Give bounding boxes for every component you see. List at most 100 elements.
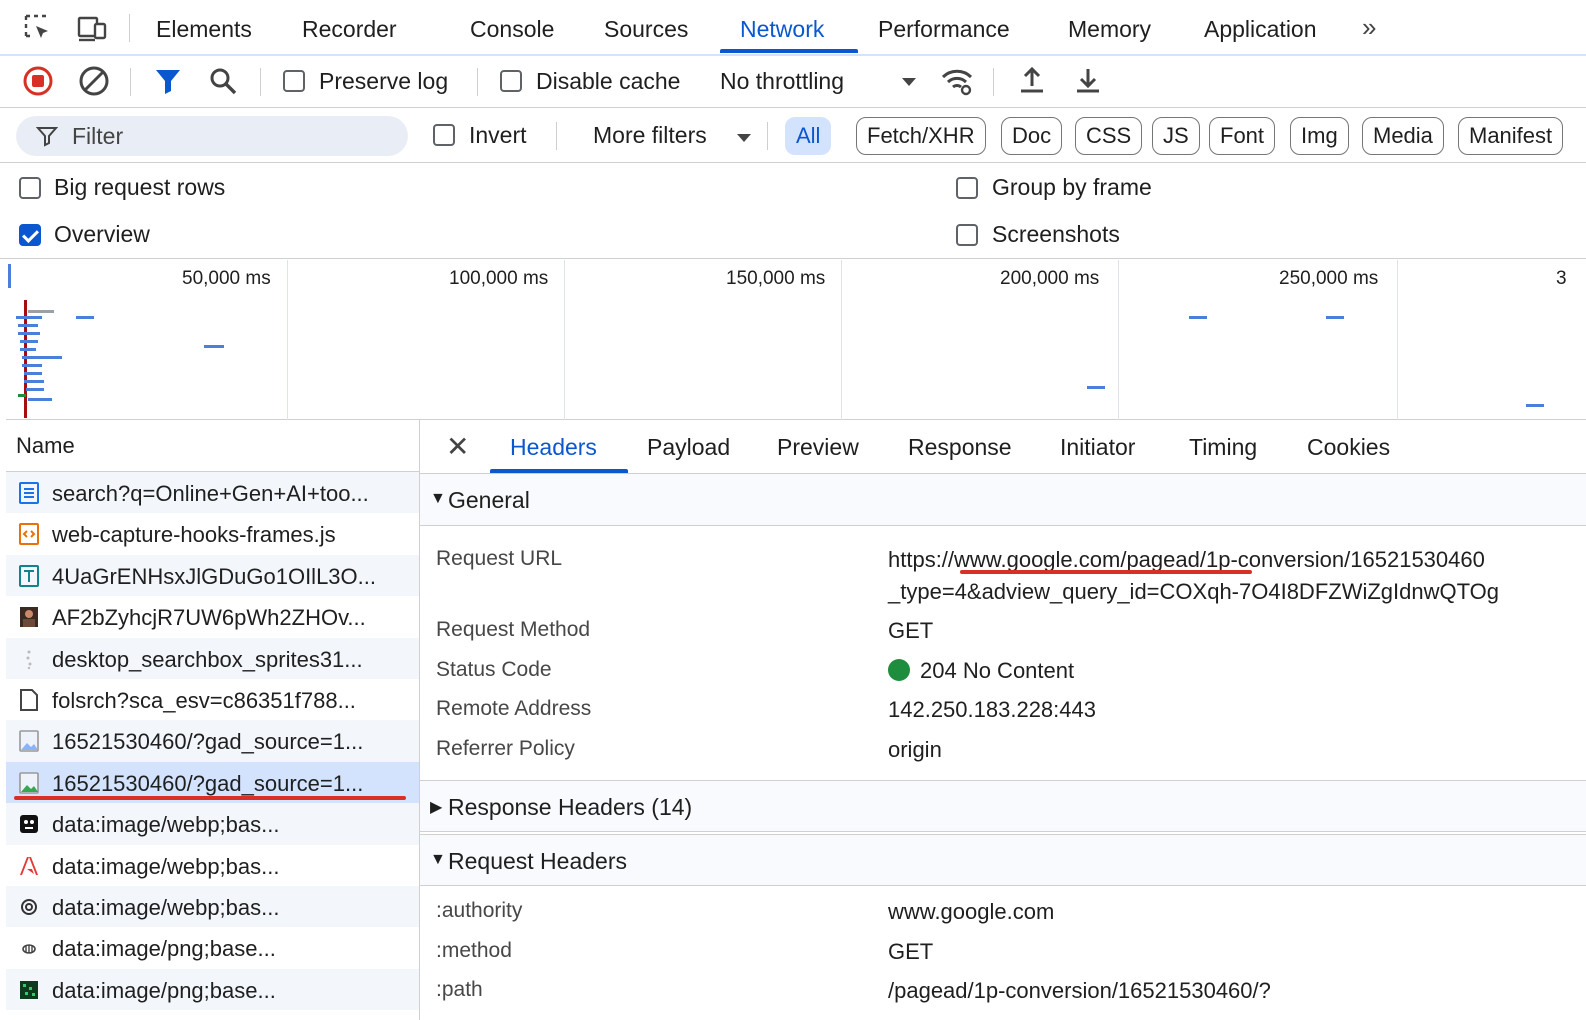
invert-checkbox[interactable] — [433, 124, 455, 146]
waterfall-bar — [28, 398, 52, 401]
group-by-frame-checkbox[interactable] — [956, 177, 978, 199]
tab-console[interactable]: Console — [470, 16, 554, 43]
tab-network[interactable]: Network — [740, 16, 824, 43]
header-value[interactable]: GET — [888, 939, 933, 965]
import-har-icon[interactable] — [1015, 64, 1049, 98]
waterfall-bar — [76, 316, 94, 319]
tab-headers[interactable]: Headers — [510, 434, 597, 461]
grid-line — [287, 260, 288, 420]
script-icon — [19, 523, 39, 546]
request-name: data:image/png;base... — [52, 936, 276, 962]
request-row[interactable]: data:image/png;base... — [6, 968, 419, 1011]
throttling-select[interactable]: No throttling — [720, 68, 844, 95]
overview-window-handle[interactable] — [8, 264, 11, 288]
waterfall-bar — [18, 324, 38, 327]
request-name: data:image/webp;bas... — [52, 853, 280, 879]
tab-payload[interactable]: Payload — [647, 434, 730, 461]
response-headers-section-header[interactable]: ▶ Response Headers (14) — [420, 780, 1586, 832]
name-column-header[interactable]: Name — [6, 420, 419, 472]
more-filters-dropdown[interactable]: More filters — [593, 122, 707, 149]
request-row[interactable]: data:image/webp;bas... — [6, 803, 419, 845]
request-row-selected[interactable]: 16521530460/?gad_source=1... — [6, 761, 419, 804]
request-row[interactable]: data:image/webp;bas... — [6, 845, 419, 886]
search-icon[interactable] — [206, 64, 240, 98]
chip-font[interactable]: Font — [1209, 117, 1276, 155]
request-row[interactable]: data:image/webp;bas... — [6, 885, 419, 928]
request-method-value[interactable]: GET — [888, 618, 933, 644]
request-row[interactable]: 16521530460/?gad_source=1... — [6, 720, 419, 762]
remote-address-value[interactable]: 142.250.183.228:443 — [888, 697, 1096, 723]
request-row[interactable]: 4UaGrENHsxJlGDuGo1OIlL3O... — [6, 554, 419, 597]
network-conditions-icon[interactable] — [940, 64, 974, 98]
clear-icon[interactable] — [77, 64, 111, 98]
name-column-title: Name — [16, 433, 75, 458]
overview-checkbox[interactable] — [19, 224, 41, 246]
filter-input[interactable]: Filter — [16, 116, 408, 156]
tab-response[interactable]: Response — [908, 434, 1012, 461]
chip-doc[interactable]: Doc — [1001, 117, 1063, 155]
header-key: :authority — [436, 899, 523, 922]
tab-sources[interactable]: Sources — [604, 16, 688, 43]
inspect-element-icon[interactable] — [22, 12, 54, 44]
request-row[interactable]: AF2bZyhcjR7UW6pWh2ZHOv... — [6, 596, 419, 637]
tab-initiator[interactable]: Initiator — [1060, 434, 1135, 461]
tab-cookies[interactable]: Cookies — [1307, 434, 1390, 461]
request-row[interactable]: desktop_searchbox_sprites31... — [6, 637, 419, 679]
general-section-header[interactable]: ▼ General — [420, 474, 1586, 526]
screenshots-checkbox[interactable] — [956, 224, 978, 246]
grid-line — [1397, 260, 1398, 420]
request-url-value-cont[interactable]: _type=4&adview_query_id=COXqh-7O4I8DFZWi… — [888, 579, 1499, 605]
chevron-down-icon — [902, 78, 916, 86]
screenshots-label: Screenshots — [992, 221, 1120, 247]
chip-fetch-xhr[interactable]: Fetch/XHR — [856, 117, 986, 155]
status-code-value[interactable]: 204 No Content — [888, 658, 1074, 684]
request-name: search?q=Online+Gen+AI+too... — [52, 481, 369, 506]
request-name: web-capture-hooks-frames.js — [52, 522, 336, 548]
request-row[interactable]: folsrch?sca_esv=c86351f788... — [6, 679, 419, 720]
chip-manifest[interactable]: Manifest — [1458, 117, 1564, 155]
referrer-policy-value[interactable]: origin — [888, 737, 942, 763]
close-icon[interactable]: ✕ — [446, 430, 469, 463]
collapse-triangle-icon: ▼ — [430, 851, 446, 868]
request-row[interactable]: search?q=Online+Gen+AI+too... — [6, 472, 419, 514]
tab-elements[interactable]: Elements — [156, 16, 252, 43]
request-headers-section-header[interactable]: ▼ Request Headers — [420, 834, 1586, 886]
tab-application[interactable]: Application — [1204, 16, 1317, 43]
disable-cache-checkbox[interactable] — [500, 70, 522, 92]
annotation-underline — [960, 570, 1252, 574]
chip-css[interactable]: CSS — [1075, 117, 1143, 155]
header-value[interactable]: www.google.com — [888, 899, 1054, 925]
filter-funnel-icon[interactable] — [151, 64, 185, 98]
preserve-log-checkbox[interactable] — [283, 70, 305, 92]
chip-media[interactable]: Media — [1362, 117, 1444, 155]
toolbar-separator — [993, 68, 994, 96]
tab-memory[interactable]: Memory — [1068, 16, 1151, 43]
request-row[interactable]: data:image/png;base... — [6, 927, 419, 968]
tick-label: 250,000 ms — [1279, 268, 1379, 289]
big-request-rows-checkbox[interactable] — [19, 177, 41, 199]
chip-img[interactable]: Img — [1290, 117, 1349, 155]
group-by-frame-label: Group by frame — [992, 174, 1152, 200]
overview-timeline[interactable]: 50,000 ms 100,000 ms 150,000 ms 200,000 … — [6, 260, 1586, 420]
waterfall-bar — [16, 316, 42, 319]
tab-preview[interactable]: Preview — [777, 434, 859, 461]
tab-timing[interactable]: Timing — [1189, 434, 1257, 461]
record-stop-icon[interactable] — [21, 64, 55, 98]
waterfall-bar — [20, 348, 36, 351]
sprite-icon — [26, 650, 32, 669]
device-toolbar-icon[interactable] — [76, 12, 108, 44]
tab-recorder[interactable]: Recorder — [302, 16, 397, 43]
more-tabs-icon[interactable]: » — [1362, 12, 1376, 43]
request-name: 16521530460/?gad_source=1... — [52, 729, 364, 755]
disable-cache-label: Disable cache — [536, 68, 681, 94]
request-name: data:image/webp;bas... — [52, 894, 280, 920]
export-har-icon[interactable] — [1071, 64, 1105, 98]
request-row[interactable]: web-capture-hooks-frames.js — [6, 513, 419, 554]
header-value[interactable]: /pagead/1p-conversion/16521530460/? — [888, 978, 1271, 1004]
chip-js[interactable]: JS — [1152, 117, 1200, 155]
header-key: Request Method — [436, 618, 591, 641]
tick-label: 50,000 ms — [182, 268, 271, 289]
chip-all[interactable]: All — [785, 117, 832, 155]
request-name: desktop_searchbox_sprites31... — [52, 646, 363, 672]
tab-performance[interactable]: Performance — [878, 16, 1010, 43]
